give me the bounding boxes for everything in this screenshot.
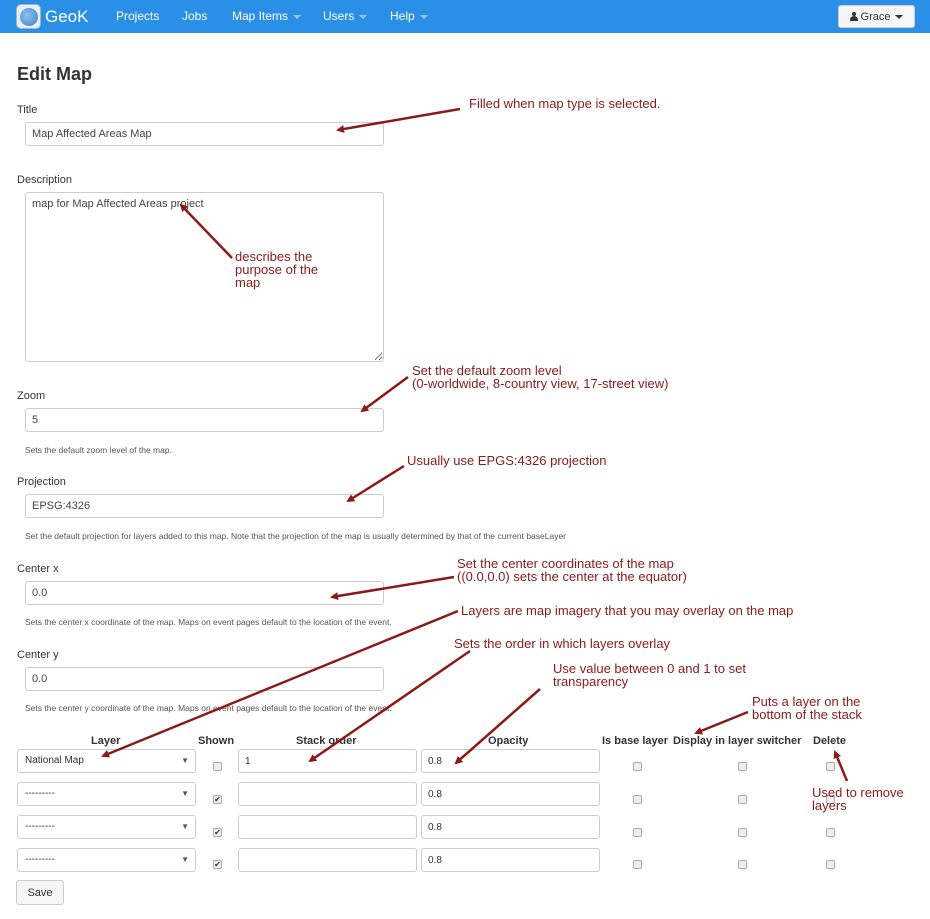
- opacity-input[interactable]: [421, 749, 600, 773]
- user-menu-button[interactable]: Grace: [838, 5, 915, 28]
- user-name: Grace: [860, 10, 891, 23]
- shown-checkbox[interactable]: ✔: [213, 828, 222, 837]
- delete-checkbox[interactable]: [826, 828, 835, 837]
- header-display-in-switcher: Display in layer switcher: [673, 735, 802, 747]
- nav-map-items[interactable]: Map Items: [232, 9, 302, 23]
- save-button[interactable]: Save: [16, 880, 64, 905]
- layer-select[interactable]: --------- ▼: [17, 782, 196, 806]
- navbar: GeoK Projects Jobs Map Items Users Help …: [0, 0, 930, 33]
- is-base-layer-checkbox[interactable]: [633, 795, 642, 804]
- display-in-switcher-checkbox[interactable]: [738, 795, 747, 804]
- center-x-help: Sets the center x coordinate of the map.…: [25, 617, 392, 627]
- delete-checkbox[interactable]: [826, 762, 835, 771]
- layer-select[interactable]: National Map ▼: [17, 749, 196, 773]
- stack-order-input[interactable]: [238, 782, 417, 806]
- header-layer: Layer: [91, 735, 121, 747]
- opacity-input[interactable]: [421, 815, 600, 839]
- center-y-label: Center y: [17, 649, 59, 661]
- center-x-label: Center x: [17, 563, 59, 575]
- title-label: Title: [17, 104, 38, 116]
- nav-projects[interactable]: Projects: [116, 9, 159, 23]
- is-base-layer-checkbox[interactable]: [633, 762, 642, 771]
- annotation-zoom: Set the default zoom level (0-worldwide,…: [412, 363, 669, 391]
- annotation-center: Set the center coordinates of the map ((…: [457, 556, 687, 584]
- brand-name: GeoK: [45, 6, 89, 26]
- header-is-base-layer: Is base layer: [602, 735, 669, 747]
- stack-order-input[interactable]: [238, 815, 417, 839]
- description-textarea[interactable]: map for Map Affected Areas project: [25, 192, 384, 362]
- is-base-layer-checkbox[interactable]: [633, 828, 642, 837]
- shown-checkbox[interactable]: [213, 762, 222, 771]
- annotation-projection: Usually use EPGS:4326 projection: [407, 453, 607, 468]
- layer-select-value: ---------: [25, 788, 55, 799]
- caret-down-icon: [359, 14, 368, 19]
- display-in-switcher-checkbox[interactable]: [738, 762, 747, 771]
- projection-help: Set the default projection for layers ad…: [25, 531, 567, 541]
- annotation-title: Filled when map type is selected.: [469, 96, 661, 111]
- select-arrow-icon: ▼: [181, 756, 189, 765]
- center-x-input[interactable]: [25, 581, 384, 605]
- zoom-input[interactable]: [25, 408, 384, 432]
- projection-label: Projection: [17, 476, 66, 488]
- user-icon: [849, 12, 858, 21]
- stack-order-input[interactable]: [238, 749, 417, 773]
- annotation-opacity: Use value between 0 and 1 to set transpa…: [553, 661, 746, 689]
- header-delete: Delete: [813, 735, 847, 747]
- header-shown: Shown: [198, 735, 235, 747]
- center-y-input[interactable]: [25, 667, 384, 691]
- select-arrow-icon: ▼: [181, 789, 189, 798]
- nav-map-items-label: Map Items: [232, 9, 289, 23]
- layer-select-value: National Map: [25, 755, 84, 766]
- center-y-help: Sets the center y coordinate of the map.…: [25, 703, 392, 713]
- globe-logo-icon: [16, 4, 41, 29]
- layer-select-value: ---------: [25, 821, 55, 832]
- nav-jobs[interactable]: Jobs: [182, 9, 207, 23]
- nav-users-label: Users: [323, 9, 355, 23]
- caret-down-icon: [293, 14, 302, 19]
- nav-users[interactable]: Users: [323, 9, 368, 23]
- opacity-input[interactable]: [421, 782, 600, 806]
- zoom-label: Zoom: [17, 390, 46, 402]
- is-base-layer-checkbox[interactable]: [633, 860, 642, 869]
- delete-checkbox[interactable]: [826, 860, 835, 869]
- shown-checkbox[interactable]: ✔: [213, 860, 222, 869]
- stack-order-input[interactable]: [238, 848, 417, 872]
- description-label: Description: [17, 174, 73, 186]
- annotation-delete: Used to remove layers: [812, 785, 904, 813]
- page-title: Edit Map: [17, 64, 92, 84]
- projection-input[interactable]: [25, 494, 384, 518]
- annotation-base-layer: Puts a layer on the bottom of the stack: [752, 694, 862, 722]
- display-in-switcher-checkbox[interactable]: [738, 828, 747, 837]
- layer-select[interactable]: --------- ▼: [17, 815, 196, 839]
- annotation-stack-order: Sets the order in which layers overlay: [454, 636, 671, 651]
- select-arrow-icon: ▼: [181, 822, 189, 831]
- annotation-description: describes the purpose of the map: [235, 249, 319, 290]
- select-arrow-icon: ▼: [181, 855, 189, 864]
- display-in-switcher-checkbox[interactable]: [738, 860, 747, 869]
- caret-down-icon: [895, 14, 904, 19]
- nav-help[interactable]: Help: [390, 9, 428, 23]
- layer-select[interactable]: --------- ▼: [17, 848, 196, 872]
- opacity-input[interactable]: [421, 848, 600, 872]
- header-stack-order: Stack order: [296, 735, 357, 747]
- caret-down-icon: [419, 14, 428, 19]
- zoom-help: Sets the default zoom level of the map.: [25, 445, 172, 455]
- annotation-layers: Layers are map imagery that you may over…: [461, 603, 794, 618]
- shown-checkbox[interactable]: ✔: [213, 795, 222, 804]
- brand[interactable]: GeoK: [16, 4, 88, 29]
- title-input[interactable]: [25, 122, 384, 146]
- layer-select-value: ---------: [25, 854, 55, 865]
- nav-help-label: Help: [390, 9, 415, 23]
- header-opacity: Opacity: [488, 735, 529, 747]
